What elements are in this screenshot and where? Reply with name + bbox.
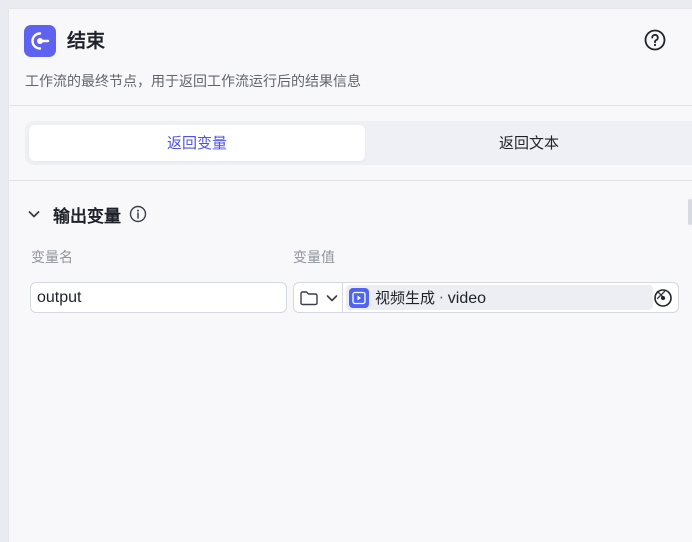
node-title: 结束 xyxy=(67,30,106,52)
scrollbar-thumb[interactable] xyxy=(688,199,692,225)
help-icon[interactable] xyxy=(644,29,666,51)
reference-field-name: video xyxy=(447,290,487,307)
output-section-header[interactable]: 输出变量 xyxy=(25,201,147,227)
reference-node-name: 视频生成 xyxy=(375,289,436,307)
column-header-name: 变量名 xyxy=(31,250,73,266)
reference-separator: · xyxy=(439,289,444,307)
divider xyxy=(9,180,692,181)
video-icon xyxy=(349,287,369,308)
column-header-value: 变量值 xyxy=(293,250,335,266)
tab-return-text[interactable]: 返回文本 xyxy=(365,125,692,161)
variable-value-field[interactable]: 视频生成 · video xyxy=(293,282,679,313)
exit-icon xyxy=(24,25,56,57)
variable-reference-chip[interactable]: 视频生成 · video xyxy=(346,285,653,310)
variable-name-input[interactable] xyxy=(30,282,287,313)
info-icon[interactable] xyxy=(129,205,147,223)
reference-label: 视频生成 · video xyxy=(375,287,486,308)
node-header: 结束 工作流的最终节点，用于返回工作流运行后的结果信息 xyxy=(9,9,692,106)
return-mode-tabs: 返回变量 返回文本 xyxy=(25,121,692,165)
chevron-down-icon xyxy=(325,290,341,306)
node-description: 工作流的最终节点，用于返回工作流运行后的结果信息 xyxy=(25,74,361,90)
variable-picker-icon[interactable] xyxy=(653,288,673,308)
value-type-select[interactable] xyxy=(294,283,343,312)
tab-return-variables[interactable]: 返回变量 xyxy=(29,125,365,161)
section-title: 输出变量 xyxy=(53,206,121,227)
folder-icon xyxy=(299,288,319,308)
chevron-down-icon[interactable] xyxy=(25,205,43,223)
end-node-panel: 结束 工作流的最终节点，用于返回工作流运行后的结果信息 返回变量 返回文本 输出… xyxy=(8,8,692,542)
